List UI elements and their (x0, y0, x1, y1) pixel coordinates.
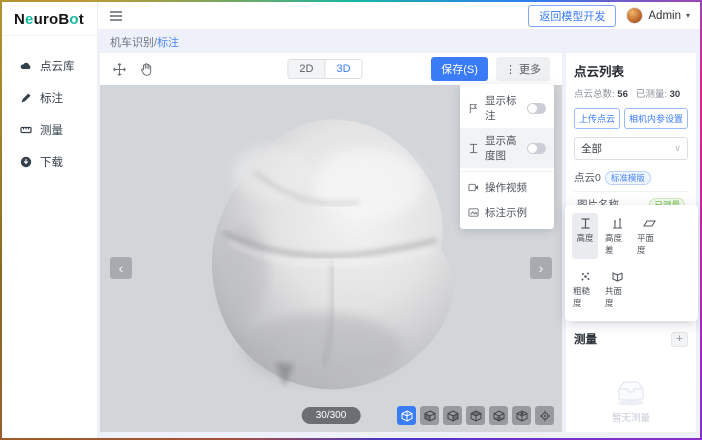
empty-text: 暂无测量 (612, 410, 650, 424)
stat-total-label: 点云总数: (574, 89, 615, 100)
breadcrumb-current[interactable]: 标注 (157, 37, 179, 49)
frame-counter: 30/300 (302, 407, 361, 424)
pen-icon (20, 92, 32, 104)
measure-tools-popover: 高度 高度差 平面度 粗糙度 (565, 205, 698, 321)
tool-height-difference[interactable]: 高度差 (604, 213, 630, 259)
view-right-button[interactable] (489, 406, 508, 425)
sidebar-item-label: 点云库 (40, 58, 75, 74)
ibeam-icon (468, 143, 479, 154)
cloud-icon (20, 60, 32, 72)
app-window: NeuroBot 点云库 标注 测量 下载 返回模型开发 (2, 2, 700, 438)
topbar: 返回模型开发 Admin ▾ (98, 2, 700, 30)
menu-item-annotation-example[interactable]: 标注示例 (460, 200, 554, 225)
pointcloud-group-row[interactable]: 点云0 标准模版 (574, 168, 688, 192)
canvas-card: 2D 3D 保存(S) ⋮ 更多 显示标注 (100, 53, 562, 432)
mode-3d-button[interactable]: 3D (325, 60, 361, 78)
back-to-model-dev-button[interactable]: 返回模型开发 (528, 5, 616, 27)
sidebar-item-label: 测量 (40, 122, 63, 138)
view-left-button[interactable] (466, 406, 485, 425)
stat-measured-value: 30 (670, 89, 681, 100)
collapse-sidebar-icon[interactable] (108, 8, 124, 24)
sidebar-item-measure[interactable]: 测量 (2, 114, 97, 146)
empty-state: 暂无测量 (574, 377, 688, 426)
user-menu[interactable]: Admin ▾ (626, 7, 690, 24)
menu-item-show-heightmap[interactable]: 显示高度图 (460, 128, 554, 168)
filter-select[interactable]: 全部 ∨ (574, 137, 688, 160)
tooth-model (183, 114, 468, 404)
stat-total-value: 56 (617, 89, 628, 100)
menu-item-show-annotations[interactable]: 显示标注 (460, 88, 554, 128)
logo-gear-icon: o (69, 11, 78, 28)
height-icon (579, 217, 592, 230)
tool-roughness[interactable]: 粗糙度 (572, 266, 598, 312)
sidebar-item-label: 下载 (40, 154, 63, 170)
more-dropdown-menu: 显示标注 显示高度图 操作视频 标注示例 (460, 84, 554, 229)
sidebar-item-pointcloud-library[interactable]: 点云库 (2, 50, 97, 82)
logo-text: N (14, 11, 25, 28)
recenter-view-button[interactable] (535, 406, 554, 425)
upload-pointcloud-button[interactable]: 上传点云 (574, 108, 620, 129)
chevron-down-icon: ∨ (674, 143, 681, 154)
empty-box-icon (611, 377, 651, 407)
prev-image-button[interactable]: ‹ (110, 257, 132, 279)
tool-coplanarity[interactable]: 共面度 (604, 266, 630, 312)
stat-measured-label: 已测量: (636, 89, 667, 100)
avatar (626, 7, 643, 24)
caret-down-icon: ▾ (686, 11, 690, 20)
more-button[interactable]: ⋮ 更多 (496, 57, 550, 81)
pan-move-icon[interactable] (112, 62, 127, 77)
measure-section-header: 测量 + (574, 322, 688, 347)
pointcloud-panel: 点云列表 点云总数: 56 已测量: 30 上传点云 相机内参设置 全部 ∨ 点… (566, 53, 696, 432)
sidebar: NeuroBot 点云库 标注 测量 下载 (2, 2, 98, 438)
mode-2d-button[interactable]: 2D (288, 60, 325, 78)
pointcloud-name: 点云0 (574, 170, 601, 185)
camera-intrinsics-button[interactable]: 相机内参设置 (624, 108, 688, 129)
view-iso-button[interactable] (397, 406, 416, 425)
view-back-button[interactable] (443, 406, 462, 425)
main-area: 返回模型开发 Admin ▾ 机车识别/标注 2D 3D (98, 2, 700, 438)
add-measure-button[interactable]: + (671, 332, 688, 347)
video-icon (468, 182, 479, 193)
panel-stats: 点云总数: 56 已测量: 30 (574, 86, 688, 100)
gradient-frame: NeuroBot 点云库 标注 测量 下载 返回模型开发 (0, 0, 702, 440)
hand-grab-icon[interactable] (139, 62, 154, 77)
menu-item-tutorial-video[interactable]: 操作视频 (460, 175, 554, 200)
flatness-icon (643, 217, 656, 230)
measure-title: 测量 (574, 331, 597, 347)
view-top-button[interactable] (512, 406, 531, 425)
logo-gear-icon: e (25, 11, 34, 28)
panel-title: 点云列表 (574, 61, 688, 80)
breadcrumb: 机车识别/标注 (98, 30, 700, 53)
roughness-icon (579, 270, 592, 283)
more-dots-icon: ⋮ (505, 64, 516, 76)
menu-divider (460, 171, 554, 172)
show-heightmap-toggle[interactable] (527, 143, 546, 154)
tool-height[interactable]: 高度 (572, 213, 598, 259)
sidebar-item-label: 标注 (40, 90, 63, 106)
view-front-button[interactable] (420, 406, 439, 425)
sidebar-item-download[interactable]: 下载 (2, 146, 97, 178)
next-image-button[interactable]: › (530, 257, 552, 279)
show-annotations-toggle[interactable] (527, 103, 546, 114)
height-difference-icon (611, 217, 624, 230)
breadcrumb-parent: 机车识别 (110, 37, 154, 49)
filter-selected-value: 全部 (581, 141, 602, 156)
sidebar-nav: 点云库 标注 测量 下载 (2, 36, 97, 178)
view-mode-switch: 2D 3D (287, 59, 362, 79)
canvas-toolbar: 2D 3D 保存(S) ⋮ 更多 (100, 53, 562, 85)
username: Admin (648, 10, 681, 22)
coplanarity-icon (611, 270, 624, 283)
download-icon (20, 156, 32, 168)
flag-icon (468, 103, 479, 114)
ruler-icon (20, 124, 32, 136)
template-tag: 标准模版 (605, 171, 651, 185)
tool-flatness[interactable]: 平面度 (636, 213, 662, 259)
app-logo: NeuroBot (2, 2, 97, 36)
content: 2D 3D 保存(S) ⋮ 更多 显示标注 (98, 53, 700, 438)
save-button[interactable]: 保存(S) (431, 57, 488, 81)
example-image-icon (468, 207, 479, 218)
view-orientation-buttons (397, 406, 554, 425)
sidebar-item-annotate[interactable]: 标注 (2, 82, 97, 114)
